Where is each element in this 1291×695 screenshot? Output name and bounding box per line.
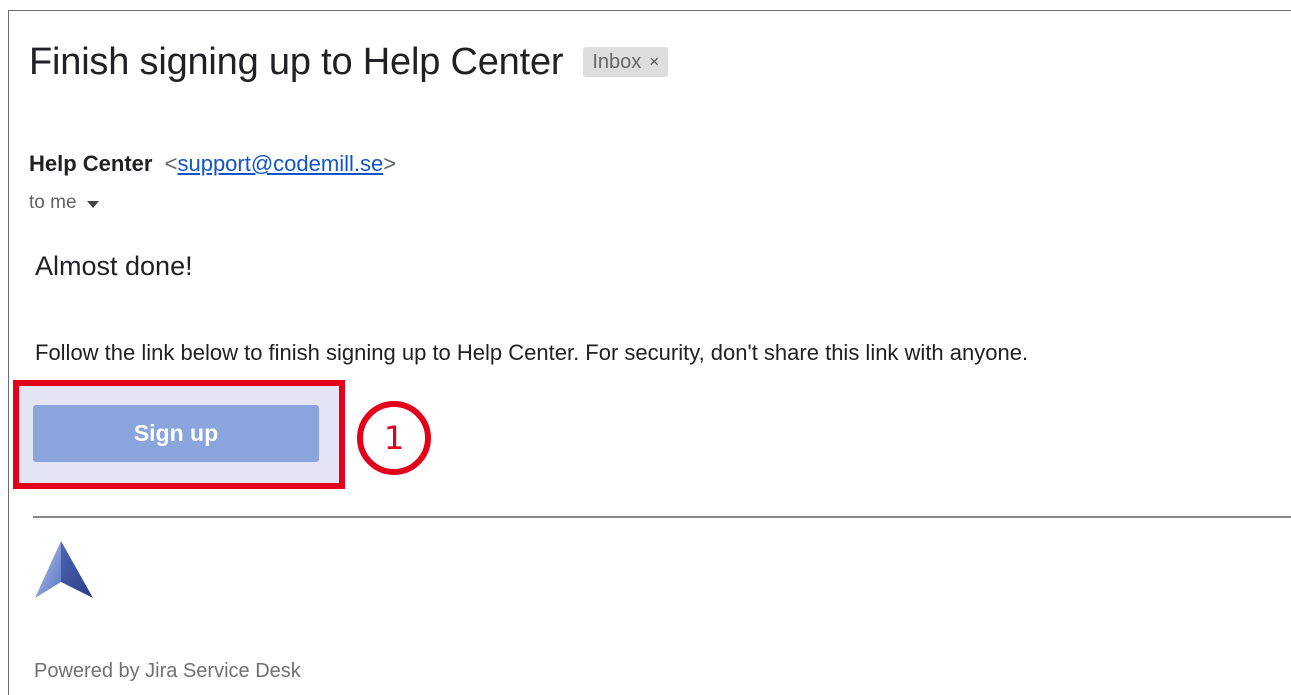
footer-divider [33,516,1291,518]
sender-email-wrapper: <support@codemill.se> [165,151,396,176]
sender-email-link[interactable]: support@codemill.se [177,151,383,176]
sign-up-button-label: Sign up [133,420,219,446]
sender-email-open-bracket: < [164,151,178,176]
step-number-marker: 1 [357,401,431,475]
message-body: Follow the link below to finish signing … [35,340,1029,365]
inbox-label-chip[interactable]: Inbox × [583,47,669,77]
remove-label-icon[interactable]: × [649,47,659,77]
sender-email-close-bracket: > [383,151,397,176]
caret-down-icon[interactable] [86,200,99,208]
email-subject: Finish signing up to Help Center [29,41,564,83]
jira-service-desk-logo-icon [35,541,93,598]
recipient-row: to me [29,191,99,215]
sender-info: Help Center <support@codemill.se> [29,149,396,179]
inbox-label: Inbox [592,51,642,73]
message-heading: Almost done! [35,251,193,281]
footer-text: Powered by Jira Service Desk [34,660,301,682]
sign-up-button[interactable]: Sign up [33,405,319,462]
sender-name: Help Center [29,151,153,176]
recipient-label: to me [29,192,77,213]
email-header: Finish signing up to Help Center Inbox × [29,38,669,86]
